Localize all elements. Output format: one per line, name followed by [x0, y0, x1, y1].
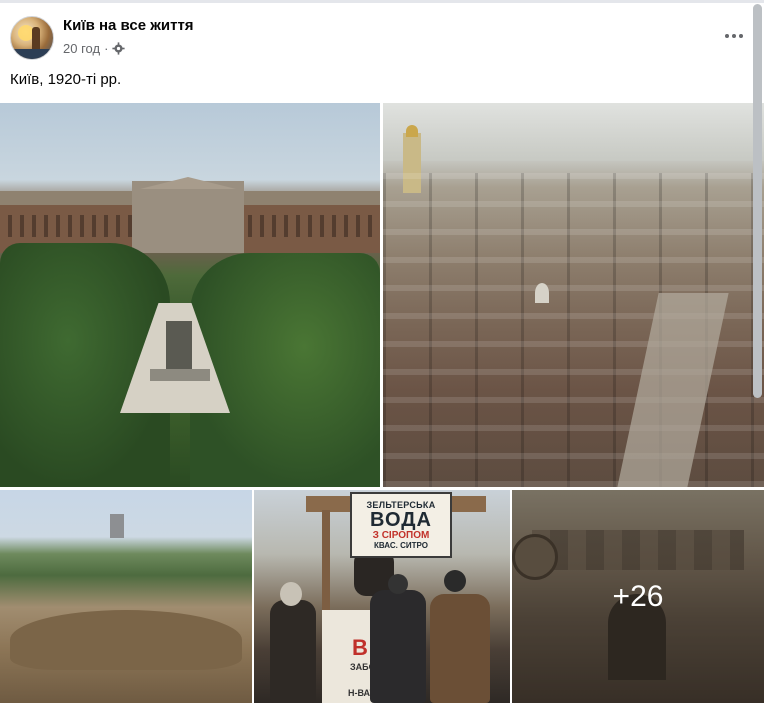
- photo-4[interactable]: В ЗАБО Н-ВАТ ЗЕЛЬТЕРСЬКА ВОДА З СІРОПОМ …: [254, 490, 510, 703]
- sign-line-2: ВОДА: [370, 509, 432, 531]
- gear-icon[interactable]: [112, 42, 125, 55]
- post-timestamp[interactable]: 20 год: [63, 41, 100, 56]
- meta-separator: ·: [104, 41, 109, 56]
- kiosk-counter-letter: В: [352, 635, 368, 660]
- page-avatar[interactable]: [10, 16, 54, 60]
- avatar-ground: [11, 49, 53, 59]
- page-name-link[interactable]: Київ на все життя: [63, 17, 194, 34]
- scrollbar[interactable]: [753, 4, 762, 398]
- photo-1[interactable]: [0, 103, 380, 487]
- photo-2[interactable]: [383, 103, 764, 487]
- post-text: Київ, 1920-ті рр.: [10, 71, 122, 88]
- post-meta: 20 год ·: [63, 41, 125, 56]
- kiosk-sign: ЗЕЛЬТЕРСЬКА ВОДА З СІРОПОМ КВАС. СИТРО: [350, 492, 452, 558]
- sign-line-3: З СІРОПОМ: [372, 530, 430, 541]
- divider: [0, 0, 764, 3]
- photo-3[interactable]: [0, 490, 252, 703]
- photo-5-more[interactable]: +26: [512, 490, 764, 703]
- more-horizontal-icon: [725, 34, 729, 38]
- more-photos-count: +26: [612, 579, 664, 613]
- sign-line-4: КВАС. СИТРО: [374, 541, 428, 550]
- more-options-button[interactable]: [718, 22, 750, 50]
- post-card: Київ на все життя 20 год · Київ, 1920-ті…: [0, 0, 764, 703]
